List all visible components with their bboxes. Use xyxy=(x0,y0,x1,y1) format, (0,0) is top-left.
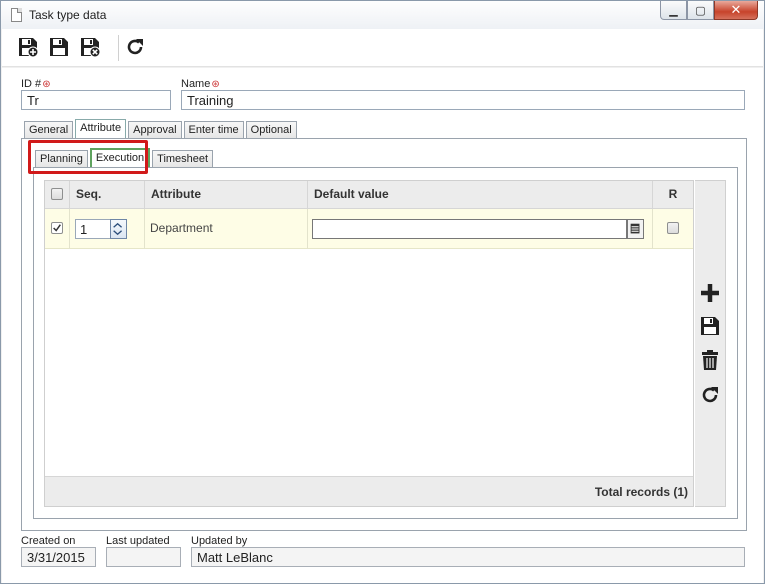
close-button[interactable]: ✕ xyxy=(714,1,758,20)
window-title: Task type data xyxy=(29,8,107,22)
refresh-icon xyxy=(702,387,718,403)
save-row-button[interactable] xyxy=(699,315,721,337)
close-icon: ✕ xyxy=(730,2,742,17)
lookup-button[interactable] xyxy=(627,219,644,239)
add-icon xyxy=(701,284,719,302)
header-seq[interactable]: Seq. xyxy=(70,181,145,209)
minimize-button[interactable]: ▁ xyxy=(660,1,687,20)
select-all-checkbox[interactable] xyxy=(51,188,63,200)
last-updated-label: Last updated xyxy=(106,535,170,547)
last-updated-field xyxy=(106,547,181,567)
save-button[interactable] xyxy=(48,36,70,58)
stepper-arrows-icon xyxy=(113,222,123,236)
total-records: Total records (1) xyxy=(594,485,688,499)
save-close-button[interactable] xyxy=(79,36,101,58)
header-attribute[interactable]: Attribute xyxy=(145,181,308,209)
add-button[interactable] xyxy=(699,282,721,304)
document-icon xyxy=(11,8,22,22)
highlight-box xyxy=(28,140,148,174)
seq-stepper[interactable] xyxy=(110,219,127,239)
created-on-label: Created on xyxy=(21,535,76,547)
title-bar: Task type data ▁ ▢ ✕ xyxy=(1,1,764,29)
attribute-grid: Seq. Attribute Default value R Departmen… xyxy=(44,180,694,507)
r-checkbox[interactable] xyxy=(667,222,679,234)
maximize-button[interactable]: ▢ xyxy=(687,1,714,20)
tab-optional[interactable]: Optional xyxy=(245,121,297,138)
updated-by-field xyxy=(191,547,745,567)
name-field[interactable] xyxy=(181,90,745,110)
minimize-icon: ▁ xyxy=(669,4,678,17)
save-new-button[interactable] xyxy=(17,36,39,58)
name-label: Name xyxy=(181,78,211,90)
header-default-value[interactable]: Default value xyxy=(308,181,653,209)
attribute-cell: Department xyxy=(145,209,308,249)
updated-by-label: Updated by xyxy=(191,535,248,547)
save-close-icon xyxy=(81,38,101,58)
tab-enter-time[interactable]: Enter time xyxy=(183,121,244,138)
check-icon xyxy=(53,224,61,232)
calendar-icon xyxy=(630,223,640,234)
toolbar-separator xyxy=(118,35,119,61)
tab-approval[interactable]: Approval xyxy=(128,121,182,138)
id-label: ID # xyxy=(21,78,42,90)
grid-actions xyxy=(695,180,726,507)
id-field[interactable] xyxy=(21,90,171,110)
tab-timesheet[interactable]: Timesheet xyxy=(152,150,214,167)
grid-header: Seq. Attribute Default value R xyxy=(45,181,693,209)
task-type-window: Task type data ▁ ▢ ✕ ID #⊛ Tr Name⊛ Trai… xyxy=(0,0,765,584)
refresh-button[interactable] xyxy=(124,36,146,58)
refresh-icon xyxy=(127,39,143,55)
header-r[interactable]: R xyxy=(653,181,693,209)
save-icon xyxy=(701,317,719,335)
tab-general[interactable]: General xyxy=(24,121,74,138)
toolbar xyxy=(2,29,763,67)
delete-icon xyxy=(702,350,718,370)
required-icon: ⊛ xyxy=(42,79,51,90)
refresh-grid-button[interactable] xyxy=(699,384,721,406)
table-row[interactable]: Department xyxy=(45,209,693,249)
maximize-icon: ▢ xyxy=(695,4,706,17)
save-new-icon xyxy=(19,38,39,58)
save-icon xyxy=(50,38,68,56)
delete-button[interactable] xyxy=(699,349,721,371)
main-tabs: General Attribute Approval Enter time Op… xyxy=(24,119,299,138)
default-value-input[interactable] xyxy=(312,219,627,239)
seq-input[interactable] xyxy=(75,219,111,239)
grid-footer: Total records (1) xyxy=(45,476,693,506)
required-icon: ⊛ xyxy=(211,79,220,90)
created-on-field xyxy=(21,547,96,567)
tab-attribute[interactable]: Attribute xyxy=(75,119,127,138)
row-checkbox[interactable] xyxy=(51,222,63,234)
